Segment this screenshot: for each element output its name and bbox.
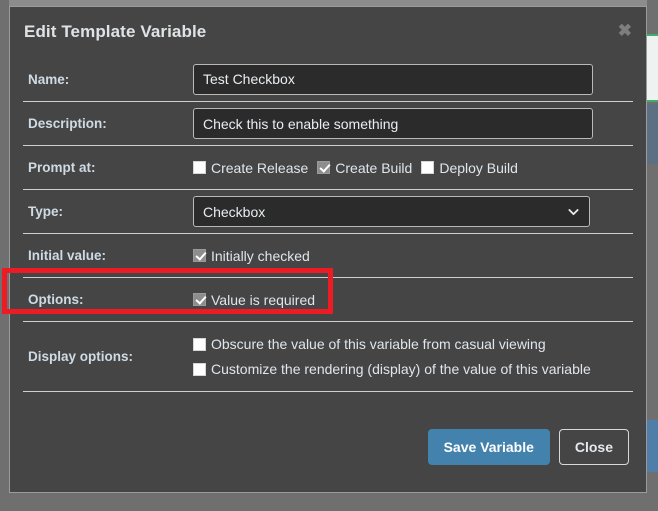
type-select-value[interactable]: Checkbox <box>193 196 590 227</box>
background-page-fragment-bottom <box>647 420 658 472</box>
control-prompt-at: Create Release Create Build Deploy Build <box>193 160 633 176</box>
control-description <box>193 108 633 139</box>
form-row-display-options: Display options: Obscure the value of th… <box>23 321 633 391</box>
form-divider-bottom <box>23 391 633 392</box>
checkbox-label: Create Build <box>335 159 413 176</box>
edit-template-variable-dialog: Edit Template Variable ✖ Name: Descripti… <box>2 6 647 493</box>
background-page-fragment-middle <box>647 104 658 164</box>
form-row-prompt-at: Prompt at: Create Release Create Build D… <box>23 145 633 189</box>
checkbox-customize-rendering[interactable]: Customize the rendering (display) of the… <box>193 361 591 377</box>
form-row-options: Options: Value is required <box>23 277 633 321</box>
close-button[interactable]: Close <box>558 429 629 465</box>
control-initial-value: Initially checked <box>193 248 633 264</box>
dialog-footer: Save Variable Close <box>10 414 646 492</box>
dialog-body: Name: Description: Prompt at: Create Rel… <box>2 57 646 414</box>
dialog-header: Edit Template Variable ✖ <box>10 7 646 57</box>
checkbox-label: Value is required <box>211 291 316 308</box>
control-options: Value is required <box>193 292 633 308</box>
checkbox-label: Customize the rendering (display) of the… <box>211 361 591 377</box>
checkbox-deploy-build[interactable]: Deploy Build <box>421 160 518 176</box>
control-type: Checkbox <box>193 196 633 227</box>
checkbox-label: Create Release <box>211 159 309 176</box>
checkbox-label: Obscure the value of this variable from … <box>211 336 546 352</box>
checkbox-box-icon[interactable] <box>193 362 206 376</box>
form-row-initial-value: Initial value: Initially checked <box>23 233 633 277</box>
form-row-description: Description: <box>23 101 633 145</box>
close-icon[interactable]: ✖ <box>618 22 632 39</box>
backdrop-strip-left <box>0 0 9 511</box>
checkbox-create-build[interactable]: Create Build <box>317 160 412 176</box>
label-options: Options: <box>28 292 84 307</box>
form-row-type: Type: Checkbox <box>23 189 633 233</box>
type-select[interactable]: Checkbox <box>193 196 590 227</box>
backdrop-strip-bottom <box>0 499 658 511</box>
label-display-options: Display options: <box>28 349 134 364</box>
checkbox-box-icon[interactable] <box>421 161 435 174</box>
checkbox-check-icon[interactable] <box>193 249 206 262</box>
control-display-options: Obscure the value of this variable from … <box>193 327 633 386</box>
checkbox-value-is-required[interactable]: Value is required <box>193 292 315 308</box>
background-page-fragment-top <box>647 34 658 102</box>
checkbox-create-release[interactable]: Create Release <box>193 160 308 176</box>
checkbox-label: Initially checked <box>211 247 310 264</box>
checkbox-initially-checked[interactable]: Initially checked <box>193 248 310 264</box>
control-name <box>193 63 633 95</box>
checkbox-box-icon[interactable] <box>193 337 206 351</box>
form-row-name: Name: <box>23 57 633 101</box>
checkbox-obscure-value[interactable]: Obscure the value of this variable from … <box>193 336 546 352</box>
dialog-title: Edit Template Variable <box>24 22 207 41</box>
checkbox-label: Deploy Build <box>439 159 518 176</box>
label-type: Type: <box>28 204 64 219</box>
description-input[interactable] <box>193 108 593 139</box>
save-variable-button[interactable]: Save Variable <box>427 429 550 465</box>
label-initial-value: Initial value: <box>28 248 107 263</box>
label-name: Name: <box>28 71 70 87</box>
checkbox-check-icon[interactable] <box>317 161 331 174</box>
label-description: Description: <box>28 116 107 131</box>
name-input[interactable] <box>193 63 593 95</box>
label-prompt-at: Prompt at: <box>28 160 96 175</box>
checkbox-box-icon[interactable] <box>193 161 206 174</box>
checkbox-check-icon[interactable] <box>193 293 206 306</box>
